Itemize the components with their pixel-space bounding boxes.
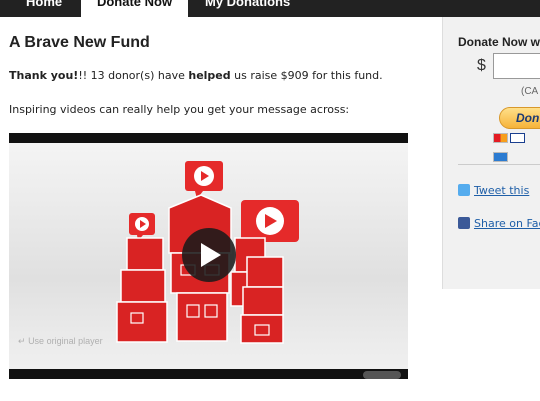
thanks-text-2: us raise $909 for this fund. [230, 69, 383, 82]
facebook-label: Share on Face [474, 217, 540, 230]
donation-summary: Thank you!!! 13 donor(s) have helped us … [9, 69, 383, 82]
currency-label: (CA [521, 86, 539, 97]
donate-button[interactable]: Don [499, 107, 540, 129]
donation-amount-input[interactable] [493, 53, 540, 79]
thanks-bold: Thank you! [9, 69, 79, 82]
tab-donate-now[interactable]: Donate Now [81, 0, 188, 17]
helped-bold: helped [188, 69, 231, 82]
payment-cards [493, 133, 540, 171]
return-arrow-icon: ↵ [18, 336, 26, 346]
tab-my-donations[interactable]: My Donations [205, 0, 290, 17]
video-player[interactable]: ↵ Use original player [9, 133, 408, 379]
tab-home[interactable]: Home [26, 0, 62, 17]
donate-button-label: Don [516, 111, 540, 125]
tweet-label: Tweet this [474, 184, 530, 197]
use-original-player-link[interactable]: ↵ Use original player [18, 336, 103, 347]
sidebar-divider [458, 164, 540, 165]
twitter-icon [458, 184, 470, 196]
visa-icon [510, 133, 525, 143]
video-control-pill[interactable] [363, 371, 401, 379]
amex-icon [493, 152, 508, 162]
tweet-link[interactable]: Tweet this [458, 184, 529, 197]
thanks-text-1: !! 13 donor(s) have [78, 69, 189, 82]
mastercard-icon [493, 133, 508, 143]
donate-now-heading: Donate Now w [458, 35, 540, 49]
donate-sidebar: Donate Now w $ (CA Don Tweet this Share … [442, 17, 540, 289]
video-controls-bar[interactable] [9, 369, 408, 379]
page-title: A Brave New Fund [9, 34, 150, 51]
inspire-text: Inspiring videos can really help you get… [9, 103, 350, 116]
facebook-share-link[interactable]: Share on Face [458, 217, 540, 230]
use-original-label: Use original player [28, 336, 103, 346]
facebook-icon [458, 217, 470, 229]
top-navigation: Home Donate Now My Donations [0, 0, 540, 17]
currency-symbol: $ [477, 57, 486, 74]
